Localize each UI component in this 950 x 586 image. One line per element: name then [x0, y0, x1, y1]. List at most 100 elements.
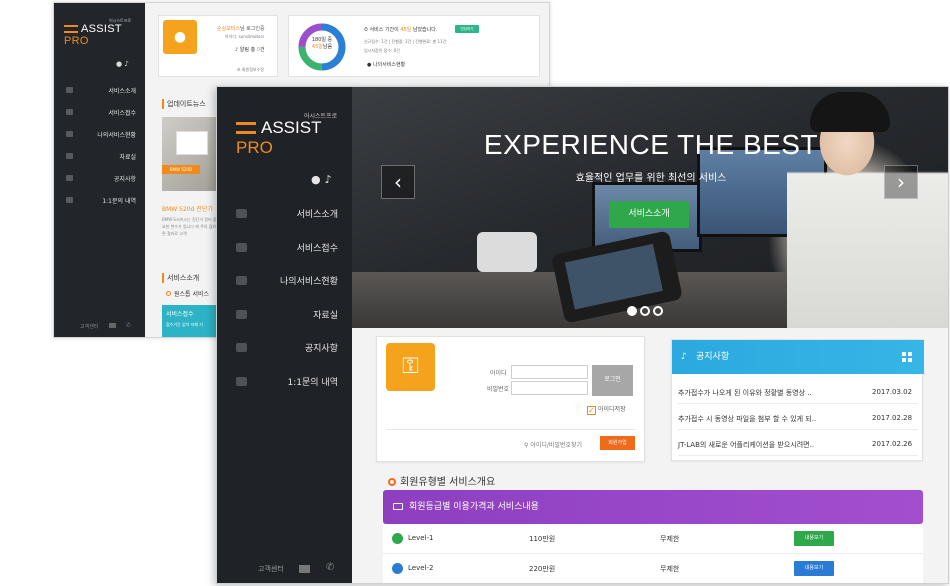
- sidebar-item-library[interactable]: 자료실: [217, 302, 352, 336]
- phone-icon[interactable]: ✆: [126, 322, 131, 329]
- logo-pro: PRO: [64, 35, 89, 47]
- find-account-link[interactable]: ⚲ 아이디/비밀번호찾기: [524, 440, 582, 449]
- bell-icon[interactable]: ♪: [124, 60, 128, 68]
- limit-cell: 무제한: [660, 535, 680, 543]
- logo-text: ASSIST: [261, 118, 322, 137]
- sidebar-item-inquiry[interactable]: 1:1문의 내역: [54, 193, 145, 215]
- sidebar-item-notice[interactable]: 공지사항: [217, 335, 352, 369]
- sidebar-item-label: 나의서비스현황: [280, 277, 338, 287]
- sidebar-item-label: 1:1문의 내역: [102, 198, 136, 205]
- sidebar-item-library[interactable]: 자료실: [54, 149, 145, 171]
- notice-item-date: 2017.02.28: [872, 414, 913, 422]
- bullet-icon: [166, 291, 171, 296]
- sidebar-item-service-request[interactable]: 서비스접수: [217, 235, 352, 269]
- login-button[interactable]: 로그인: [592, 365, 633, 396]
- pricing-header: 회원등급별 이용가격과 서비스내용: [383, 490, 923, 524]
- id-input[interactable]: [511, 365, 588, 379]
- temp-saved-stats: 임시저장된 접수: 0건: [364, 48, 400, 53]
- chevron-left-icon[interactable]: ‹: [381, 165, 415, 199]
- tablet-screen: [564, 243, 663, 310]
- user-icon[interactable]: ●: [311, 173, 325, 186]
- bell-icon: [236, 343, 247, 352]
- view-details-button[interactable]: 내용보기: [794, 561, 834, 576]
- user-icons: ●♪: [311, 173, 336, 186]
- service-box-desc: 접수기간 없이 자체 기: [166, 322, 203, 327]
- level-cell: Level-1: [408, 534, 434, 542]
- grid-icon[interactable]: [902, 352, 912, 362]
- search-icon: ⚲: [524, 442, 529, 449]
- donut-left-suffix: 남음: [322, 44, 333, 50]
- password-input[interactable]: [511, 381, 588, 395]
- bell-icon: [66, 175, 73, 181]
- mail-icon[interactable]: [109, 323, 116, 328]
- hero-title: EXPERIENCE THE BEST: [483, 129, 819, 160]
- save-id-checkbox[interactable]: ✓ 아이디저장: [587, 404, 626, 415]
- phone-icon[interactable]: ✆: [326, 562, 334, 573]
- slide-dot-1[interactable]: [627, 306, 637, 316]
- notice-item-title: JT-LAB의 새로운 어플리케이션을 받으시려면..: [678, 441, 815, 449]
- my-service-link[interactable]: ● 나의서비스현황: [367, 61, 405, 68]
- user-circle-icon: [236, 276, 247, 285]
- sidebar-item-label: 서비스소개: [108, 88, 136, 95]
- slide-dot-2[interactable]: [640, 306, 650, 316]
- sidebar-item-notice[interactable]: 공지사항: [54, 171, 145, 193]
- extend-button[interactable]: 연장하기: [455, 25, 479, 33]
- news-heading: 업데이트뉴스: [162, 99, 206, 109]
- alert-suffix: 건: [259, 47, 265, 53]
- service-period-card: 180일 중 45일남음 ⏱ 서비스 기간이 45일 남았습니다. 연장하기 신규…: [288, 15, 540, 77]
- notice-row[interactable]: 추가접수 시 동영상 파일을 첨부 할 수 있게 되.. 2017.02.28: [678, 406, 918, 430]
- period-value: 45일: [400, 27, 412, 33]
- service-heading: 서비스소개: [162, 273, 199, 283]
- notice-item-title: 추가접수가 나오게 된 이유와 정황별 동영상 ..: [678, 389, 812, 397]
- service-request-box[interactable]: 서비스접수 접수기간 없이 자체 기: [162, 305, 222, 337]
- mail-icon[interactable]: [299, 565, 310, 573]
- user-id: 아이디: sunsilmotors: [225, 34, 265, 39]
- bell-icon: ♪: [681, 352, 687, 362]
- chevron-right-icon[interactable]: ›: [884, 165, 918, 199]
- sidebar-menu: 서비스소개 서비스접수 나의서비스현황 자료실 공지사항 1:1문의 내역: [217, 201, 352, 402]
- bell-icon[interactable]: ♪: [325, 173, 336, 186]
- customer-center-label[interactable]: 고객센터: [258, 564, 284, 574]
- book-icon: [66, 153, 73, 159]
- logo[interactable]: ASSIST PRO: [236, 118, 352, 158]
- level-cell: Level-2: [408, 564, 434, 572]
- news-tag: BMW 520D: [162, 165, 200, 174]
- notice-row[interactable]: 추가접수가 나오게 된 이유와 정황별 동영상 .. 2017.03.02: [678, 380, 918, 404]
- news-description: BMW-S서비스는 진단기 정비 중요한 변수가 됩니다 에 주의 많으면 결과…: [162, 217, 217, 236]
- slide-dot-3[interactable]: [653, 306, 663, 316]
- pricing-header-text: 회원등급별 이용가격과 서비스내용: [409, 502, 539, 512]
- sidebar-item-my-service[interactable]: 나의서비스현황: [54, 127, 145, 149]
- edit-profile-link[interactable]: ⚙ 회원정보수정: [237, 67, 264, 73]
- notice-row[interactable]: JT-LAB의 새로운 어플리케이션을 받으시려면.. 2017.02.26: [678, 432, 918, 456]
- sidebar-item-my-service[interactable]: 나의서비스현황: [217, 268, 352, 302]
- sidebar-item-label: 자료실: [119, 154, 136, 161]
- monitor-icon: [393, 503, 403, 510]
- customer-center-label[interactable]: 고객센터: [80, 323, 98, 330]
- sidebar-item-service-intro[interactable]: 서비스소개: [54, 83, 145, 105]
- news-thumbnail[interactable]: BMW 520D: [162, 117, 217, 191]
- list-icon: [66, 109, 73, 115]
- join-button[interactable]: 회원가입: [600, 436, 635, 450]
- alert-count[interactable]: ♪ 알림 총 0건: [235, 46, 265, 53]
- my-service-label: 나의서비스현황: [372, 62, 406, 68]
- news-title[interactable]: BMW 520d 진단기: [162, 204, 213, 213]
- period-prefix: 서비스 기간이: [369, 27, 401, 33]
- user-avatar-icon: [392, 533, 403, 544]
- hero-service-button[interactable]: 서비스소개: [609, 201, 689, 228]
- sidebar-item-service-request[interactable]: 서비스접수: [54, 105, 145, 127]
- notice-item-date: 2017.03.02: [872, 388, 913, 396]
- key-icon: ⚿: [386, 343, 435, 391]
- price-cell: 110만원: [529, 535, 556, 543]
- sidebar-item-inquiry[interactable]: 1:1문의 내역: [217, 369, 352, 403]
- list-icon: [236, 242, 247, 252]
- view-details-button[interactable]: 내용보기: [794, 531, 834, 546]
- user-icons: ● ♪: [116, 60, 129, 68]
- greeting-suffix: 님 로그인중: [240, 26, 265, 32]
- donut-total: 180일 중: [311, 37, 333, 43]
- logo[interactable]: ASSIST PRO: [64, 23, 145, 47]
- edit-profile-label: 회원정보수정: [241, 67, 264, 72]
- sidebar-item-label: 자료실: [313, 310, 338, 321]
- sidebar-item-label: 1:1문의 내역: [287, 377, 338, 388]
- user-icon[interactable]: ●: [116, 60, 122, 68]
- sidebar-item-service-intro[interactable]: 서비스소개: [217, 201, 352, 235]
